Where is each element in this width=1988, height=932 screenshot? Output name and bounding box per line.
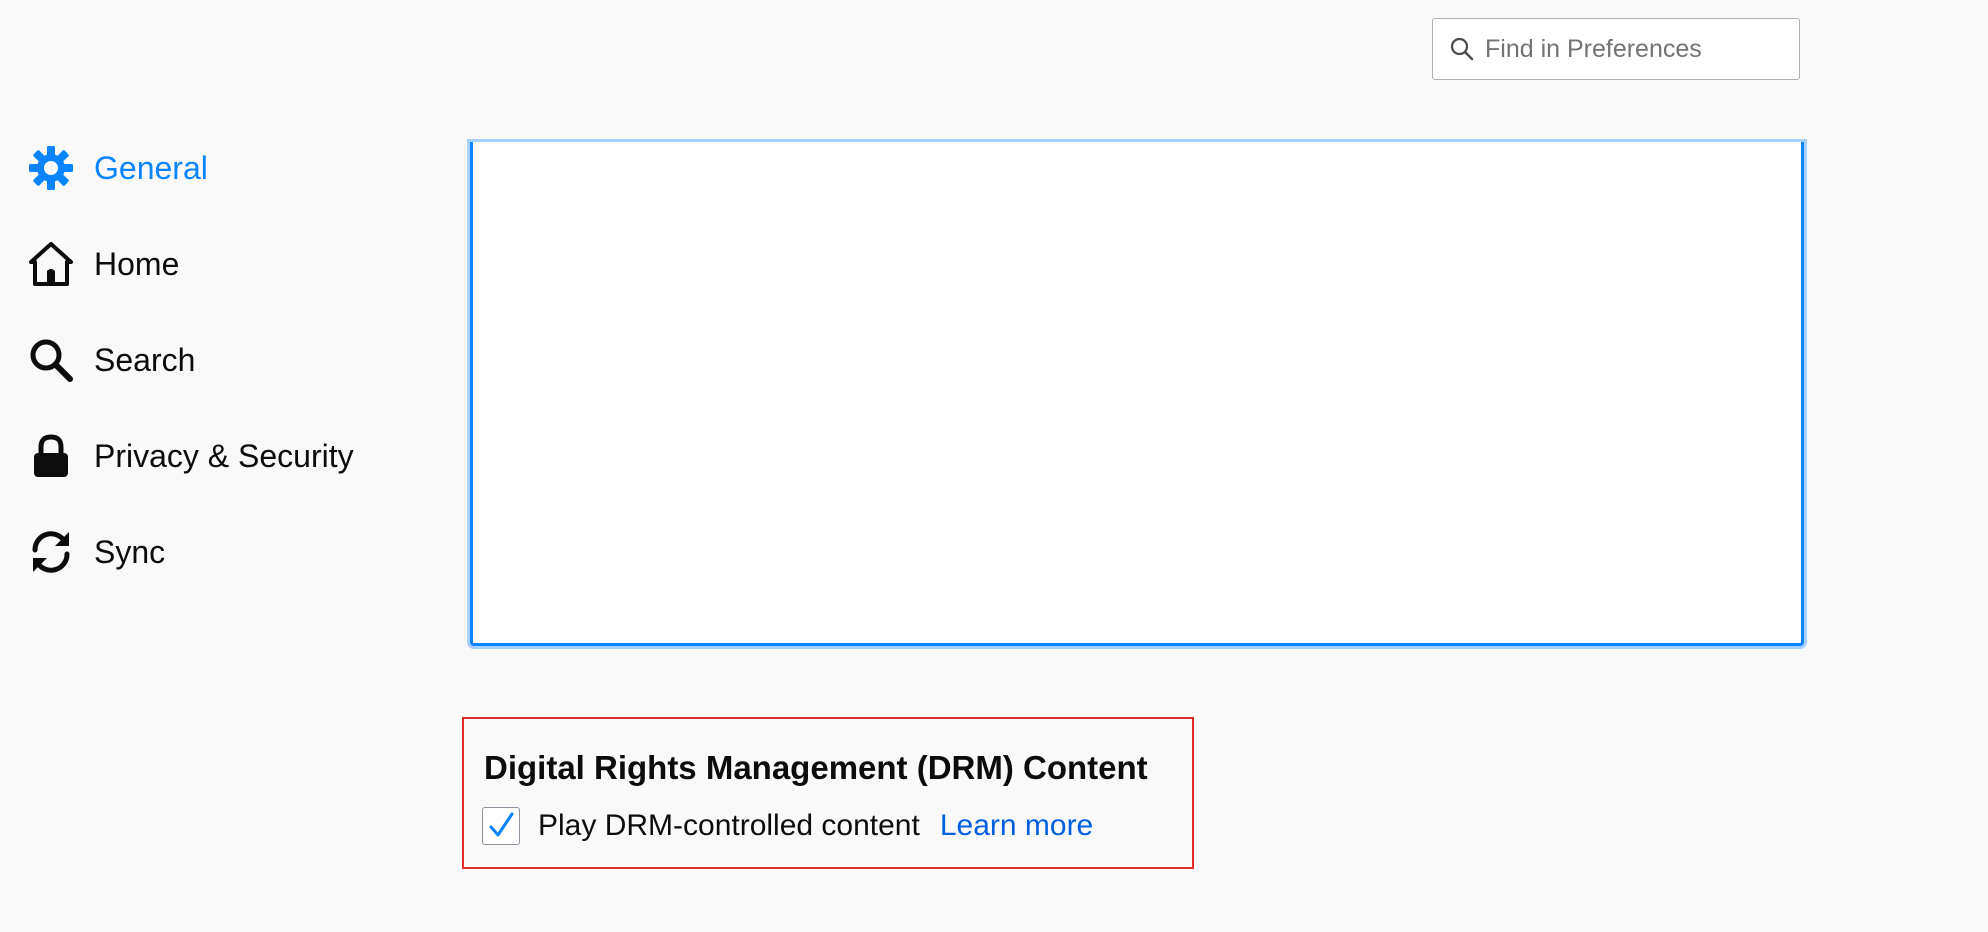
sidebar-item-label: General xyxy=(94,149,208,186)
lock-icon xyxy=(26,431,76,481)
search-icon xyxy=(1450,37,1474,61)
find-in-preferences-box[interactable] xyxy=(1432,18,1800,80)
play-drm-checkbox[interactable] xyxy=(482,807,520,845)
content-panel[interactable] xyxy=(470,142,1804,646)
preferences-page: General Home Search xyxy=(0,0,1988,932)
sidebar-item-general[interactable]: General xyxy=(26,138,208,198)
checkmark-icon xyxy=(489,812,514,837)
sidebar-item-label: Home xyxy=(94,245,180,282)
magnifier-icon xyxy=(26,335,76,385)
sidebar-item-label: Search xyxy=(94,341,196,378)
gear-icon xyxy=(26,143,76,193)
sidebar-item-label: Sync xyxy=(94,533,166,570)
sidebar-item-sync[interactable]: Sync xyxy=(26,522,165,582)
sidebar-item-label: Privacy & Security xyxy=(94,437,354,474)
home-icon xyxy=(26,239,76,289)
sidebar-item-search[interactable]: Search xyxy=(26,330,195,390)
play-drm-label[interactable]: Play DRM-controlled content xyxy=(538,809,920,843)
drm-section-title: Digital Rights Management (DRM) Content xyxy=(484,749,1148,786)
sync-icon xyxy=(26,527,76,577)
drm-section: Digital Rights Management (DRM) Content … xyxy=(462,717,1194,869)
learn-more-link[interactable]: Learn more xyxy=(940,809,1093,843)
sidebar-item-home[interactable]: Home xyxy=(26,234,179,294)
sidebar-item-privacy-security[interactable]: Privacy & Security xyxy=(26,426,354,486)
drm-row: Play DRM-controlled content Learn more xyxy=(482,807,1093,845)
search-input[interactable] xyxy=(1485,34,1785,64)
